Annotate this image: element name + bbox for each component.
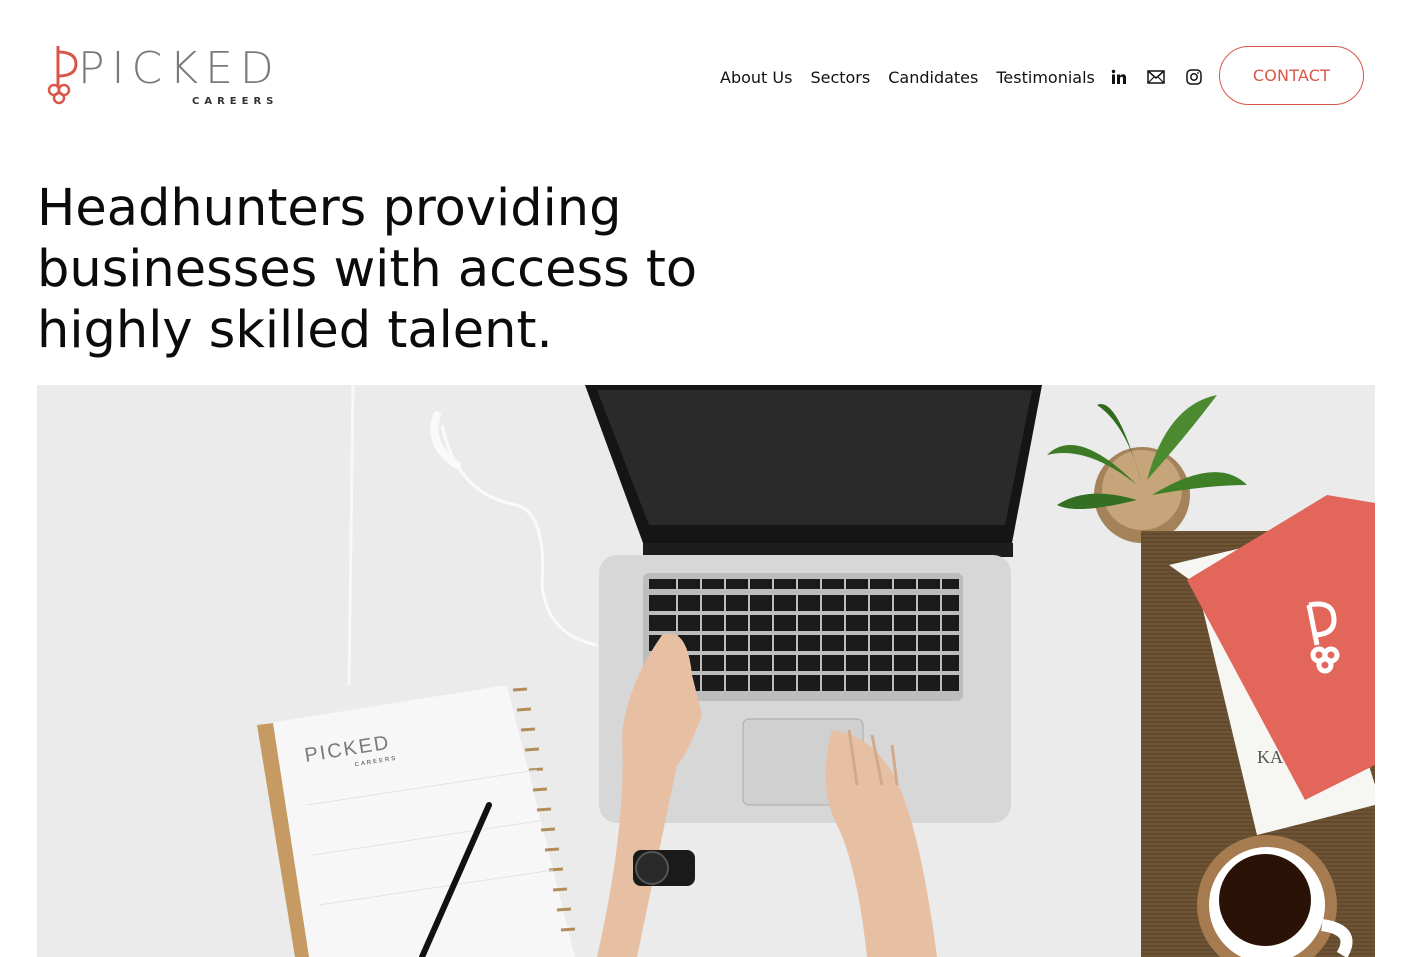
logo-wordmark: PICKED <box>78 43 281 94</box>
nav-candidates[interactable]: Candidates <box>888 68 978 87</box>
mail-icon[interactable] <box>1145 66 1167 88</box>
nav-about-us[interactable]: About Us <box>720 68 792 87</box>
hero-image-desk-laptop: KA PICKED CAREERS <box>37 385 1375 957</box>
hero-headline: Headhunters providing businesses with ac… <box>37 179 698 360</box>
contact-button[interactable]: CONTACT <box>1219 46 1364 105</box>
instagram-icon[interactable] <box>1183 66 1205 88</box>
hero-illustration: KA PICKED CAREERS <box>37 385 1375 957</box>
picked-careers-logo[interactable]: PICKED CAREERS <box>44 40 294 112</box>
nav-sectors[interactable]: Sectors <box>810 68 870 87</box>
nav-testimonials[interactable]: Testimonials <box>996 68 1095 87</box>
main-nav: About Us Sectors Candidates Testimonials <box>720 66 1113 88</box>
logo-tagline: CAREERS <box>192 96 279 107</box>
site-header: PICKED CAREERS About Us Sectors Candidat… <box>0 0 1412 150</box>
linkedin-icon[interactable] <box>1108 66 1130 88</box>
